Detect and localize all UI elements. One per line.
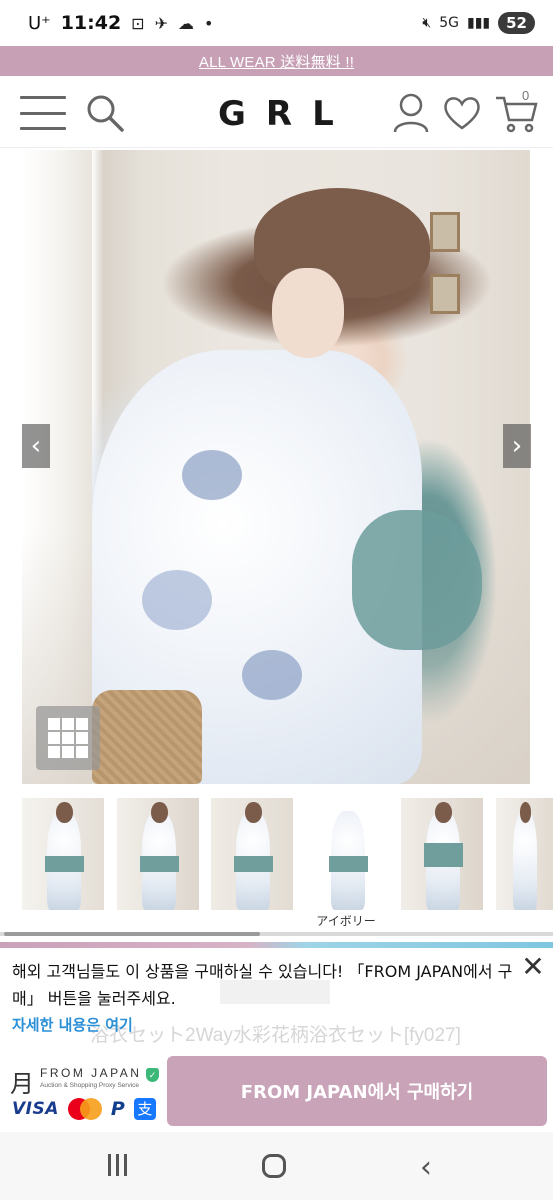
thumbnail-strip: アイボリー <box>0 798 553 930</box>
grl-logo[interactable]: GRL <box>218 94 354 134</box>
free-shipping-link[interactable]: ALL WEAR 送料無料 !! <box>199 51 354 72</box>
visa-icon: VISA <box>12 1099 59 1119</box>
thumbnail-3[interactable] <box>211 798 293 910</box>
heart-icon[interactable] <box>442 94 482 132</box>
thumbnail-1[interactable] <box>22 798 104 910</box>
details-link[interactable]: 자세한 내용은 여기 <box>12 1014 133 1035</box>
cart-count-badge: 0 <box>522 88 530 103</box>
gallery-next-button[interactable]: › <box>503 424 531 468</box>
app-notification-icon: ✈ <box>154 13 168 33</box>
thumbnail-5[interactable] <box>401 798 483 910</box>
from-japan-popup: 浴衣セット2Way水彩花柄浴衣セット[fy027] ✕ 해외 고객님들도 이 상… <box>0 938 553 1132</box>
from-japan-brand-name: FROM JAPAN <box>40 1066 142 1080</box>
signal-icon: ▮▮▮ <box>467 15 491 31</box>
network-type-label: 5G <box>439 15 459 31</box>
cart-icon[interactable] <box>494 90 540 134</box>
verified-shield-icon: ✓ <box>146 1068 159 1082</box>
from-japan-buy-button[interactable]: FROM JAPAN에서 구매하기 <box>167 1056 547 1126</box>
main-product-photo[interactable] <box>22 150 530 784</box>
more-notifications-dot-icon: • <box>203 13 214 33</box>
from-japan-mark-icon: 月 <box>10 1070 34 1098</box>
thumbnail-2[interactable] <box>117 798 199 910</box>
paypal-icon: P <box>110 1098 125 1120</box>
from-japan-logo[interactable]: 月 FROM JAPAN Auction & Shopping Proxy Se… <box>10 1062 160 1122</box>
thumbnail-6[interactable] <box>496 798 553 910</box>
site-header: GRL 0 <box>0 76 553 148</box>
search-icon[interactable] <box>84 92 126 134</box>
home-icon[interactable] <box>262 1154 286 1178</box>
user-icon[interactable] <box>392 92 430 134</box>
free-shipping-banner[interactable]: ALL WEAR 送料無料 !! <box>0 46 553 76</box>
thumbnail-scrollbar-thumb[interactable] <box>4 932 260 936</box>
battery-indicator: 52 <box>498 12 535 34</box>
thumbnail-4[interactable] <box>306 798 388 910</box>
from-japan-message: 해외 고객님들도 이 상품을 구매하실 수 있습니다! 「FROM JAPAN에… <box>12 962 513 1008</box>
status-bar: U⁺ 11:42 ⊡ ✈ ☁ • 🔇︎ 5G ▮▮▮ 52 <box>0 0 553 46</box>
alipay-icon: 支 <box>133 1098 156 1120</box>
mastercard-icon <box>67 1098 102 1120</box>
thumbnail-color-caption: アイボリー <box>316 914 376 928</box>
from-japan-brand-sub: Auction & Shopping Proxy Service <box>40 1082 139 1089</box>
mute-icon: 🔇︎ <box>422 15 432 31</box>
cloud-icon: ☁ <box>177 13 194 33</box>
gallery-prev-button[interactable]: ‹ <box>22 424 50 468</box>
product-title-behind: 浴衣セット2Way水彩花柄浴衣セット[fy027] <box>90 1025 461 1046</box>
recent-apps-icon[interactable] <box>108 1154 127 1176</box>
menu-icon[interactable] <box>20 96 66 130</box>
screenshot-icon: ⊡ <box>131 13 145 33</box>
payment-methods: VISA P 支 <box>12 1098 156 1120</box>
grid-view-icon[interactable] <box>36 706 100 770</box>
carrier-label: U⁺ <box>28 12 51 34</box>
status-time: 11:42 <box>60 12 122 34</box>
system-nav-bar: ‹ <box>0 1132 553 1200</box>
back-icon[interactable]: ‹ <box>420 1150 432 1185</box>
